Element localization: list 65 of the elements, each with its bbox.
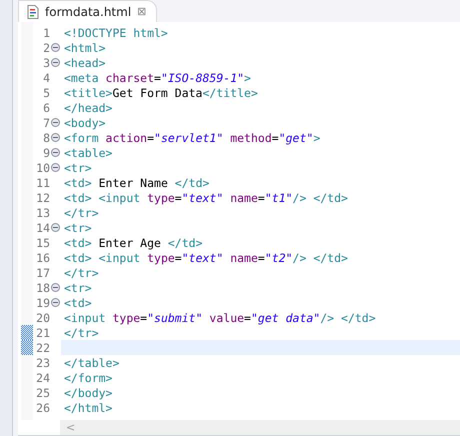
line-number: 25: [35, 386, 50, 400]
code-line: </head>: [63, 100, 114, 115]
line-number: 15: [35, 236, 50, 250]
code-line: <td> Enter Name </td>: [63, 175, 210, 190]
line-number: 5: [42, 86, 50, 100]
code-line: <tr>: [63, 280, 93, 295]
code-line: <title>Get Form Data</title>: [63, 85, 259, 100]
collapse-icon[interactable]: [51, 58, 60, 67]
code-line: <table>: [63, 145, 114, 160]
line-number: 13: [35, 206, 50, 220]
collapse-icon[interactable]: [51, 163, 60, 172]
line-number: 9: [42, 146, 50, 160]
line-number: 24: [35, 370, 50, 384]
line-number: 7: [42, 116, 50, 130]
code-line: </tr>: [63, 205, 100, 220]
line-number: 14: [35, 220, 50, 234]
code-line: <td>: [63, 295, 93, 310]
line-number: 23: [35, 356, 50, 370]
collapse-icon[interactable]: [51, 133, 60, 142]
line-number: 11: [35, 176, 50, 190]
line-number: 1: [42, 26, 50, 40]
collapse-icon[interactable]: [51, 283, 60, 292]
line-number: 17: [35, 266, 50, 280]
code-line: <!DOCTYPE html>: [63, 25, 169, 40]
code-line: <td> <input type="text" name="t1"/> </td>: [63, 190, 349, 205]
code-line: <form action="servlet1" method="get">: [63, 130, 322, 145]
collapse-icon[interactable]: [51, 298, 60, 307]
close-icon[interactable]: ⊠: [137, 5, 146, 18]
line-number: 18: [35, 280, 50, 294]
line-number: 2: [42, 40, 50, 54]
line-number: 8: [42, 130, 50, 144]
code-line: </body>: [63, 385, 114, 400]
code-line: <meta charset="ISO-8859-1">: [63, 70, 252, 85]
code-line: <td> Enter Age </td>: [63, 235, 204, 250]
scroll-left-arrow[interactable]: <: [66, 421, 76, 434]
line-number: 22: [35, 340, 50, 354]
code-line: </tr>: [63, 265, 100, 280]
code-line: <tr>: [63, 220, 93, 235]
code-line: <input type="submit" value="get data"/> </td>: [63, 310, 377, 325]
editor-tab[interactable]: formdata.html ⊠: [18, 0, 158, 22]
line-number: 20: [35, 310, 50, 324]
line-number: 21: [35, 326, 50, 340]
line-number: 6: [42, 100, 50, 114]
line-number: 16: [35, 250, 50, 264]
horizontal-scrollbar[interactable]: <: [60, 420, 460, 435]
code-line: <body>: [63, 115, 107, 130]
code-line: <td> <input type="text" name="t2"/> </td>: [63, 250, 349, 265]
code-line: </form>: [63, 370, 114, 385]
collapse-icon[interactable]: [51, 223, 60, 232]
collapse-icon[interactable]: [51, 148, 60, 157]
code-line: <html>: [63, 40, 107, 55]
collapse-icon[interactable]: [51, 43, 60, 52]
collapse-icon[interactable]: [51, 118, 60, 127]
code-line: </table>: [63, 355, 120, 370]
line-number: 4: [42, 70, 50, 84]
code-line: </html>: [63, 400, 114, 415]
line-number: 12: [35, 190, 50, 204]
code-line: <tr>: [63, 160, 93, 175]
line-number: 26: [35, 400, 50, 414]
code-line: </tr>: [63, 325, 100, 340]
line-number: 10: [35, 160, 50, 174]
line-number: 19: [35, 296, 50, 310]
html-file-icon: [27, 4, 39, 18]
code-line: <head>: [63, 55, 107, 70]
line-number: 3: [42, 56, 50, 70]
